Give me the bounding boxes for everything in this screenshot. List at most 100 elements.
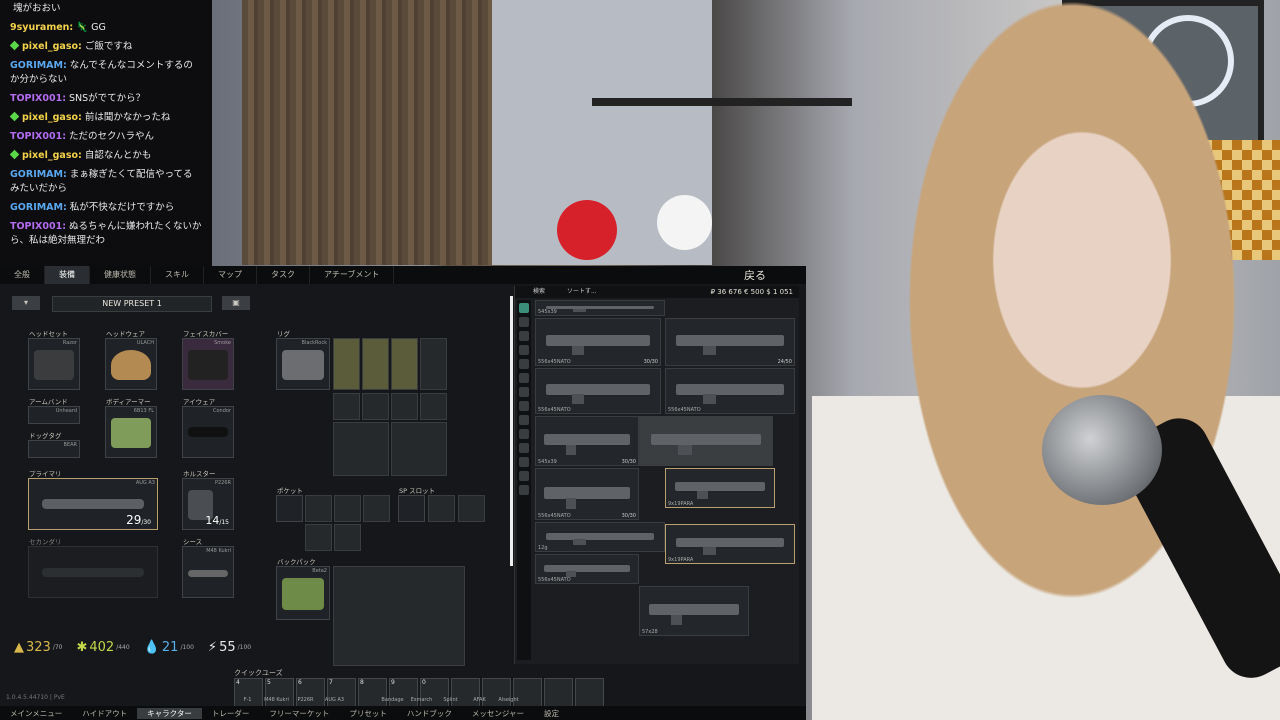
rig-cell-magazine[interactable] [362, 338, 389, 390]
menu-character[interactable]: キャラクター [137, 707, 202, 719]
stash-item-count: 24/50 [777, 359, 792, 365]
stash-item[interactable]: 545x39 [535, 300, 665, 316]
sort-button[interactable]: ソートす... [567, 288, 597, 295]
holster-slot[interactable]: ホルスター P226R 14/15 [182, 470, 234, 530]
secondary-weapon-slot[interactable]: セカンダリ [28, 538, 158, 598]
stat-max: /440 [116, 644, 130, 651]
stash-item[interactable]: 556x45NATO [665, 368, 795, 414]
filter-food-icon[interactable] [519, 401, 529, 411]
menu-settings[interactable]: 設定 [534, 708, 569, 719]
quick-slot-name [524, 697, 551, 703]
chat-username: pixel_gaso: [22, 112, 82, 123]
tab-skills[interactable]: スキル [151, 266, 204, 284]
filter-all-icon[interactable] [519, 303, 529, 313]
quick-slot-name: Alseight [498, 697, 519, 703]
rig-slot[interactable]: リグ BlackRock [276, 330, 330, 390]
filter-grenades-icon[interactable] [519, 471, 529, 481]
menu-traders[interactable]: トレーダー [202, 708, 260, 719]
filter-ammo-icon[interactable] [519, 345, 529, 355]
stash-item[interactable] [639, 416, 773, 466]
stash-item[interactable]: 12g [535, 522, 665, 552]
pocket-cell[interactable] [305, 524, 332, 551]
filter-medical-icon[interactable] [519, 387, 529, 397]
knife-icon [188, 569, 228, 577]
stash-item[interactable]: 24/50 [665, 318, 795, 366]
ammo-count: 29 [126, 513, 142, 527]
tab-general[interactable]: 全般 [0, 266, 45, 284]
menu-main[interactable]: メインメニュー [0, 708, 72, 719]
rig-cell-magazine[interactable] [333, 338, 360, 390]
stash-item[interactable]: 545x39 30/30 [535, 416, 639, 466]
tab-gear[interactable]: 装備 [45, 266, 90, 284]
microphone-head [1042, 395, 1162, 505]
rig-cell-grenade[interactable] [333, 393, 360, 420]
stash-item-caliber: 57x28 [642, 629, 658, 635]
filter-weapons-icon[interactable] [519, 317, 529, 327]
preset-menu-button[interactable]: ▾ [12, 296, 40, 310]
stash-item[interactable]: 57x28 [639, 586, 749, 636]
filter-keys-icon[interactable] [519, 415, 529, 425]
menu-handbook[interactable]: ハンドブック [397, 708, 462, 719]
stash-item[interactable]: 9x19PARA [665, 468, 775, 508]
backpack-grid[interactable] [333, 566, 465, 666]
preset-name[interactable]: NEW PRESET 1 [52, 296, 212, 312]
headwear-slot[interactable]: ヘッドウェア ULACH [105, 330, 157, 390]
filter-containers-icon[interactable] [519, 429, 529, 439]
filter-mods-icon[interactable] [519, 359, 529, 369]
version-label: 1.0.4.5.44710 | PvE [6, 694, 65, 701]
search-button[interactable]: 検索 [533, 288, 545, 295]
sheath-slot[interactable]: シース M48 Kukri [182, 538, 234, 598]
back-button[interactable]: 戻る [744, 267, 766, 283]
stash-item[interactable]: 556x45NATO 30/30 [535, 318, 661, 366]
rig-cell-magazine[interactable] [391, 338, 418, 390]
stash-item[interactable]: 556x45NATO [535, 368, 661, 414]
stash-item[interactable]: 556x45NATO 30/30 [535, 468, 639, 520]
stash-item[interactable]: 9x19PARA [665, 524, 795, 564]
armor-slot[interactable]: ボディアーマー 6B13 FL [105, 398, 157, 458]
dogtag-slot[interactable]: ドッグタグ BEAR [28, 432, 80, 458]
stash-item[interactable]: 556x45NATO [535, 554, 639, 584]
pocket-cell[interactable] [334, 524, 361, 551]
rig-cell-grenade[interactable] [362, 393, 389, 420]
quick-slot-name: Splint [443, 697, 458, 703]
filter-knife-icon[interactable] [519, 331, 529, 341]
headset-slot[interactable]: ヘッドセット Razor [28, 330, 80, 390]
chat-text: ただのセクハラやん [69, 131, 155, 142]
tab-achievements[interactable]: アチーブメント [310, 266, 395, 284]
sp-slot[interactable]: SP スロット [398, 487, 435, 522]
filter-misc-icon[interactable] [519, 485, 529, 495]
player-stats: ▲ 323/70 ✱ 402/440 💧 21/100 ⚡ 55/100 [14, 640, 251, 655]
menu-flea-market[interactable]: フリーマーケット [259, 708, 339, 719]
filter-gear-icon[interactable] [519, 457, 529, 467]
filter-barter-icon[interactable] [519, 443, 529, 453]
pocket-slot[interactable]: ポケット [276, 487, 303, 522]
menu-presets[interactable]: プリセット [339, 708, 397, 719]
tab-health[interactable]: 健康状態 [90, 266, 151, 284]
weapon-icon [546, 532, 654, 545]
tab-map[interactable]: マップ [204, 266, 257, 284]
eyewear-slot[interactable]: アイウェア Condor [182, 398, 234, 458]
rig-cell-grenade[interactable] [391, 393, 418, 420]
backpack-slot[interactable]: バックパック Beta2 [276, 558, 330, 620]
menu-hideout[interactable]: ハイドアウト [72, 708, 137, 719]
pocket-cell[interactable] [334, 495, 361, 522]
rig-cell-large[interactable] [333, 422, 389, 476]
tab-tasks[interactable]: タスク [257, 266, 310, 284]
quick-use-label: クイックユーズ [234, 669, 283, 677]
pocket-cell[interactable] [363, 495, 390, 522]
pocket-cell[interactable] [305, 495, 332, 522]
primary-weapon-slot[interactable]: プライマリ AUG A3 29/30 [28, 470, 158, 530]
filter-tools-icon[interactable] [519, 373, 529, 383]
save-preset-button[interactable]: ▣ [222, 296, 250, 310]
rig-cell-grenade[interactable] [420, 393, 447, 420]
scrollbar[interactable] [510, 296, 513, 566]
sp-slot-cell[interactable] [458, 495, 485, 522]
facecover-slot[interactable]: フェイスカバー Smoke [182, 330, 234, 390]
menu-messenger[interactable]: メッセンジャー [462, 708, 534, 719]
rig-cell-large[interactable] [391, 422, 447, 476]
chat-text: 自認なんとかも [84, 150, 152, 161]
sp-slot-cell[interactable] [428, 495, 455, 522]
rig-cell[interactable] [420, 338, 447, 390]
armband-slot[interactable]: アームバンド Unheard [28, 398, 80, 424]
subscriber-badge-icon [9, 40, 20, 51]
